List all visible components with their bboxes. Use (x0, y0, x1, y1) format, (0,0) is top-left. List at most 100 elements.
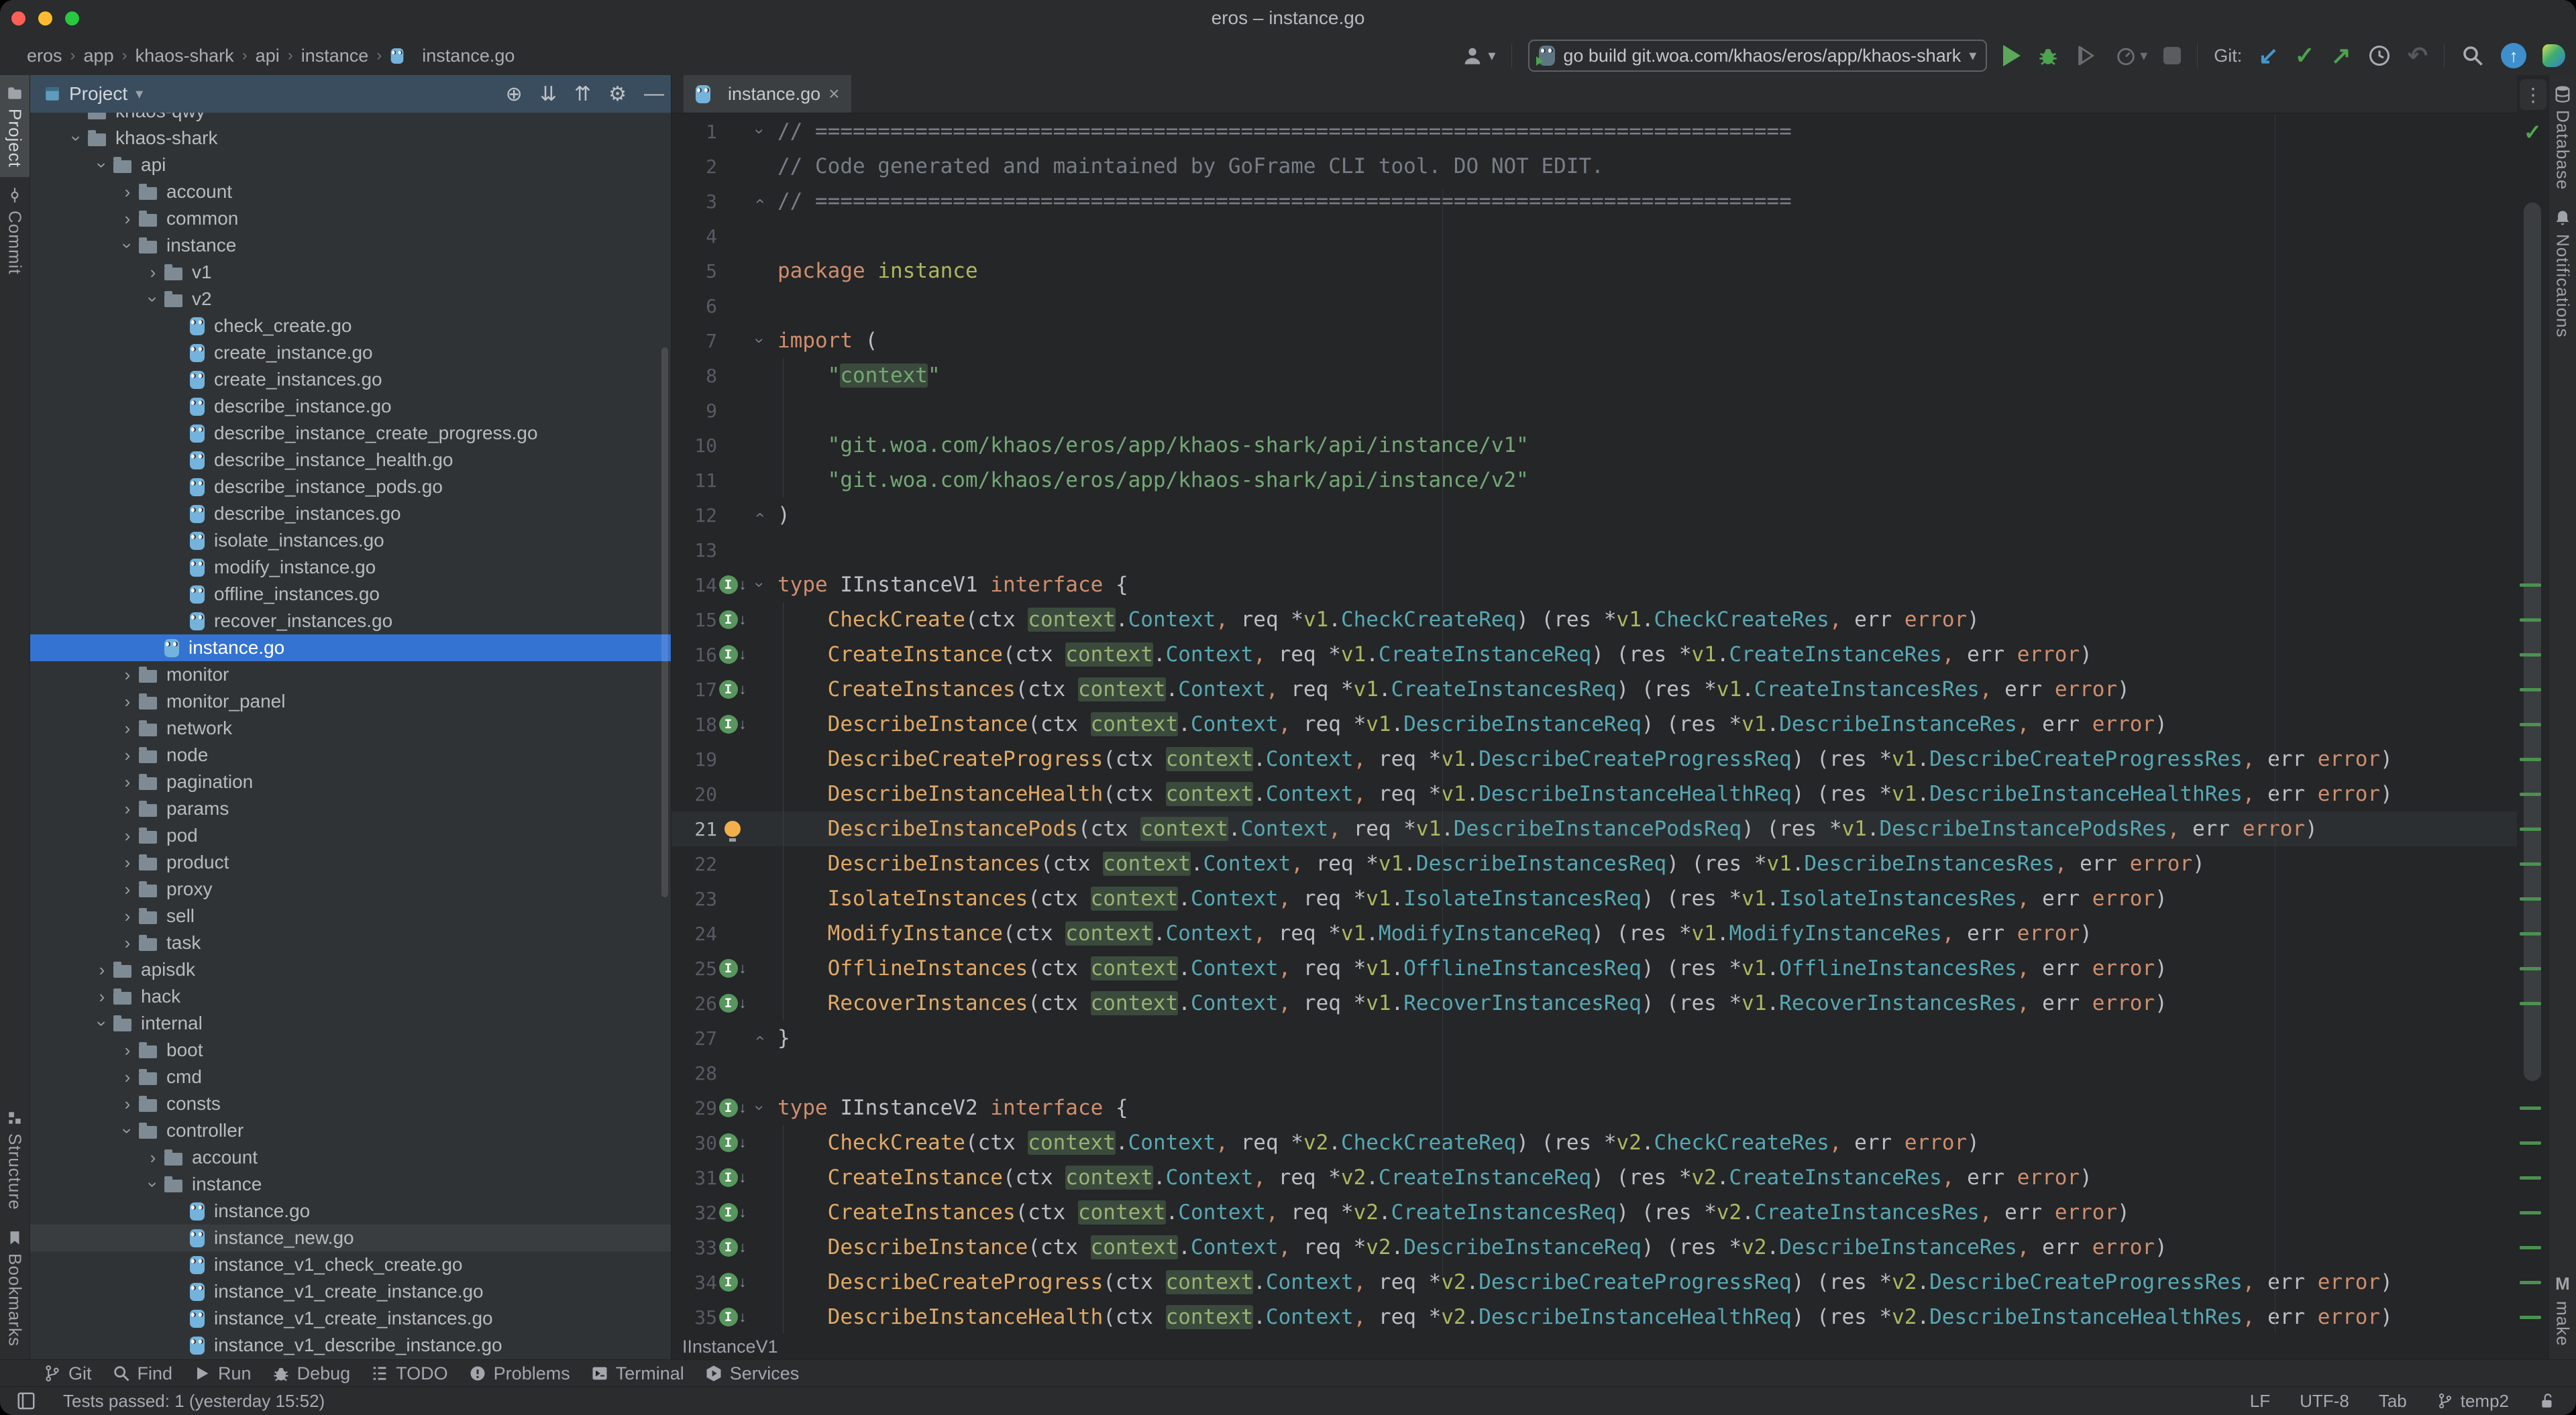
code-line-3[interactable]: 3›// ===================================… (672, 184, 2517, 219)
chevron-collapsed-icon[interactable]: › (116, 182, 139, 203)
tree-item-account[interactable]: ›account (30, 178, 671, 205)
close-tab-icon[interactable]: × (828, 83, 839, 105)
code-line-6[interactable]: 6 (672, 288, 2517, 323)
chevron-collapsed-icon[interactable]: › (142, 1147, 164, 1168)
chevron-collapsed-icon[interactable]: › (116, 1040, 139, 1061)
plugin-logo-icon[interactable] (2542, 44, 2565, 67)
tree-item-check_create.go[interactable]: check_create.go (30, 313, 671, 339)
fold-start-icon[interactable]: › (748, 122, 771, 141)
run-configuration-select[interactable]: go build git.woa.com/khaos/eros/app/khao… (1528, 40, 1987, 72)
status-message[interactable]: Tests passed: 1 (yesterday 15:52) (63, 1391, 325, 1412)
toolwindow-button-git[interactable]: Git (43, 1363, 92, 1384)
tree-item-create_instance.go[interactable]: create_instance.go (30, 339, 671, 366)
code-line-32[interactable]: 32I↓ CreateInstances(ctx context.Context… (672, 1195, 2517, 1230)
tree-item-describe_instances.go[interactable]: describe_instances.go (30, 500, 671, 527)
chevron-collapsed-icon[interactable]: › (116, 1067, 139, 1088)
implemented-gutter-icon[interactable]: I↓ (717, 645, 748, 664)
implemented-icon[interactable]: I (719, 715, 738, 734)
code-line-5[interactable]: 5package instance (672, 253, 2517, 288)
implemented-icon[interactable]: I (719, 680, 738, 699)
implemented-gutter-icon[interactable]: I↓ (717, 994, 748, 1013)
tree-item-describe_instance_create_progress.go[interactable]: describe_instance_create_progress.go (30, 420, 671, 447)
fold-start-icon[interactable]: › (748, 331, 771, 350)
code-line-8[interactable]: 8 "context" (672, 358, 2517, 393)
chevron-expanded-icon[interactable]: › (92, 1012, 113, 1035)
tree-item-instance_v1_create_instances.go[interactable]: instance_v1_create_instances.go (30, 1305, 671, 1332)
tree-item-instance_v1_create_instance.go[interactable]: instance_v1_create_instance.go (30, 1278, 671, 1305)
tree-item-v1[interactable]: ›v1 (30, 259, 671, 286)
expand-all-icon[interactable]: ⇊ (540, 82, 557, 106)
implemented-icon[interactable]: I (719, 645, 738, 664)
code-line-9[interactable]: 9 (672, 393, 2517, 428)
tree-item-network[interactable]: ›network (30, 715, 671, 742)
breadcrumb-item-instance[interactable]: instance (301, 46, 369, 66)
tree-item-instance_v1_check_create.go[interactable]: instance_v1_check_create.go (30, 1251, 671, 1278)
implemented-icon[interactable]: I (719, 575, 738, 594)
implemented-icon[interactable]: I (719, 610, 738, 629)
run-with-coverage-button[interactable] (2076, 44, 2098, 67)
tree-item-instance_v1_describe_instance.go[interactable]: instance_v1_describe_instance.go (30, 1332, 671, 1359)
implemented-icon[interactable]: I (719, 959, 738, 978)
search-everywhere-icon[interactable] (2461, 44, 2485, 68)
chevron-expanded-icon[interactable]: › (143, 288, 164, 310)
code-line-19[interactable]: 19 DescribeCreateProgress(ctx context.Co… (672, 742, 2517, 777)
code-line-15[interactable]: 15I↓ CheckCreate(ctx context.Context, re… (672, 602, 2517, 637)
toolwindow-button-todo[interactable]: TODO (370, 1363, 448, 1384)
inspection-widget[interactable]: ⋮ (2520, 79, 2546, 110)
code-line-13[interactable]: 13 (672, 532, 2517, 567)
chevron-collapsed-icon[interactable]: › (116, 879, 139, 900)
code-line-1[interactable]: 1›// ===================================… (672, 114, 2517, 149)
chevron-collapsed-icon[interactable]: › (116, 1094, 139, 1115)
breadcrumb-item-api[interactable]: api (256, 46, 280, 66)
profile-user-icon[interactable]: ▾ (1461, 44, 1495, 67)
code-line-20[interactable]: 20 DescribeInstanceHealth(ctx context.Co… (672, 777, 2517, 811)
tree-item-khaos-shark[interactable]: ›khaos-shark (30, 125, 671, 152)
tree-item-controller[interactable]: ›controller (30, 1117, 671, 1144)
chevron-collapsed-icon[interactable]: › (116, 691, 139, 712)
chevron-collapsed-icon[interactable]: › (116, 933, 139, 954)
chevron-expanded-icon[interactable]: › (117, 1119, 138, 1142)
code-line-14[interactable]: 14I↓›type IInstanceV1 interface { (672, 567, 2517, 602)
code-line-22[interactable]: 22 DescribeInstances(ctx context.Context… (672, 846, 2517, 881)
lightbulb-icon[interactable] (724, 821, 741, 837)
stripe-button-notifications[interactable]: Notifications (2549, 199, 2576, 347)
breadcrumb-element[interactable]: IInstanceV1 (682, 1337, 778, 1357)
stripe-button-project[interactable]: Project (0, 75, 30, 177)
code-line-35[interactable]: 35I↓ DescribeInstanceHealth(ctx context.… (672, 1300, 2517, 1333)
toolwindow-button-find[interactable]: Find (112, 1363, 173, 1384)
rollback-icon[interactable]: ↶ (2408, 44, 2428, 68)
stripe-button-commit[interactable]: Commit (0, 177, 30, 284)
tree-item-v2[interactable]: ›v2 (30, 286, 671, 313)
tree-item-describe_instance_pods.go[interactable]: describe_instance_pods.go (30, 473, 671, 500)
tree-item-product[interactable]: ›product (30, 849, 671, 876)
intention-bulb-icon[interactable] (717, 821, 748, 837)
stripe-button-structure[interactable]: Structure (0, 1100, 30, 1220)
chevron-collapsed-icon[interactable]: › (116, 665, 139, 685)
tree-item-sell[interactable]: ›sell (30, 903, 671, 929)
editor-scrollbar[interactable] (2524, 203, 2541, 1081)
tree-item-pod[interactable]: ›pod (30, 822, 671, 849)
tree-item-account[interactable]: ›account (30, 1144, 671, 1171)
tree-item-instance[interactable]: ›instance (30, 232, 671, 259)
stripe-button-database[interactable]: Database (2549, 75, 2576, 199)
encoding-widget[interactable]: UTF-8 (2300, 1391, 2349, 1412)
code-viewport[interactable]: 1›// ===================================… (672, 114, 2517, 1333)
tree-item-create_instances.go[interactable]: create_instances.go (30, 366, 671, 393)
tree-item-instance_new.go[interactable]: instance_new.go (30, 1225, 671, 1251)
tree-item-apisdk[interactable]: ›apisdk (30, 956, 671, 983)
chevron-collapsed-icon[interactable]: › (116, 718, 139, 739)
update-available-icon[interactable]: ↑ (2501, 43, 2526, 68)
tree-item-task[interactable]: ›task (30, 929, 671, 956)
code-line-24[interactable]: 24 ModifyInstance(ctx context.Context, r… (672, 916, 2517, 951)
history-clock-icon[interactable] (2367, 44, 2392, 68)
implemented-icon[interactable]: I (719, 1238, 738, 1257)
hide-panel-icon[interactable]: — (644, 82, 664, 105)
tree-item-hack[interactable]: ›hack (30, 983, 671, 1010)
implemented-gutter-icon[interactable]: I↓ (717, 610, 748, 629)
tree-item-monitor_panel[interactable]: ›monitor_panel (30, 688, 671, 715)
implemented-icon[interactable]: I (719, 1098, 738, 1117)
breadcrumb-item-khaos-shark[interactable]: khaos-shark (136, 46, 234, 66)
breadcrumb-item-instance.go[interactable]: instance.go (422, 46, 515, 66)
stripe-button-make[interactable]: Mmake (2549, 1264, 2576, 1356)
settings-gear-icon[interactable]: ⚙ (608, 82, 627, 106)
